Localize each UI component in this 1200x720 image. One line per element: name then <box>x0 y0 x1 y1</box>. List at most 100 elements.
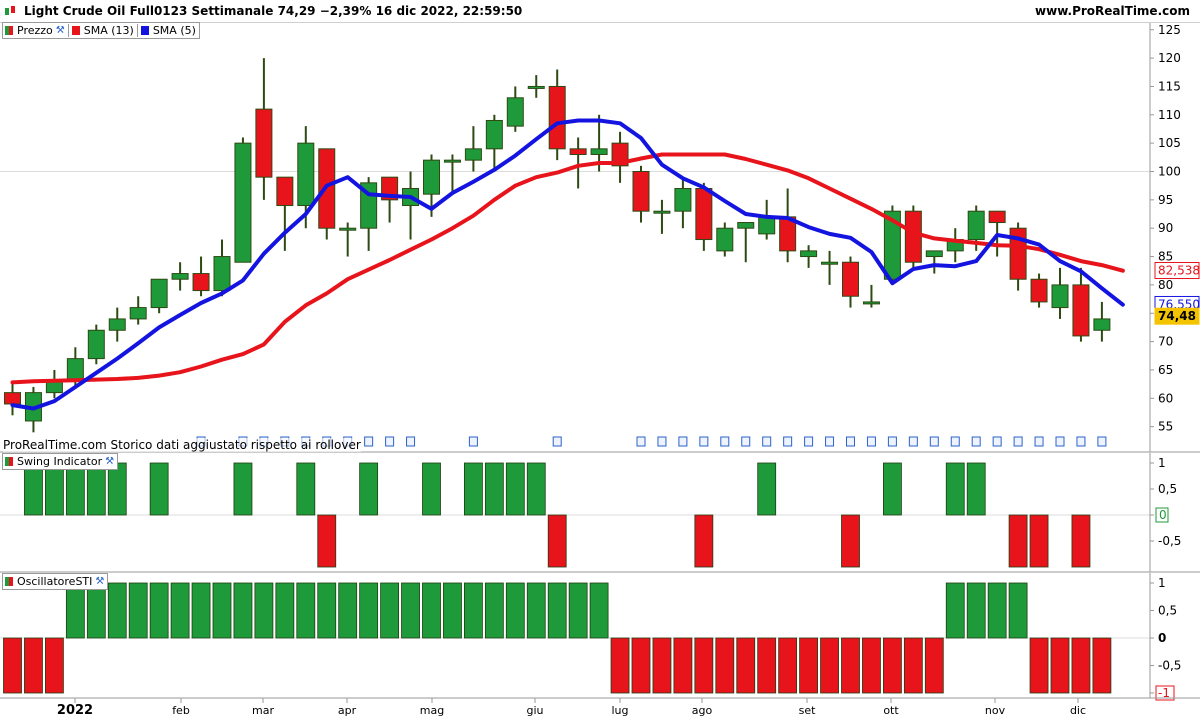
osc-bar[interactable] <box>338 582 358 639</box>
osc-bar[interactable] <box>484 582 504 639</box>
candle-up[interactable] <box>862 301 880 305</box>
candle-down[interactable] <box>192 273 210 292</box>
osc-bar[interactable] <box>883 637 902 694</box>
osc-bar[interactable] <box>149 582 169 639</box>
candle-up[interactable] <box>464 148 482 161</box>
osc-bar[interactable] <box>610 637 630 694</box>
osc-bar[interactable] <box>987 582 1007 639</box>
event-marker-icon[interactable] <box>846 436 855 447</box>
osc-bar[interactable] <box>589 582 609 639</box>
candle-down[interactable] <box>548 85 566 150</box>
swing-bar[interactable] <box>233 462 253 516</box>
event-marker-icon[interactable] <box>1034 436 1044 447</box>
event-marker-icon[interactable] <box>804 436 814 447</box>
swing-bar[interactable] <box>526 462 546 516</box>
osc-bar[interactable] <box>505 582 525 639</box>
event-marker-icon[interactable] <box>406 436 416 447</box>
candle-up[interactable] <box>925 250 943 258</box>
swing-bar[interactable] <box>317 514 337 568</box>
candle-up[interactable] <box>485 119 503 150</box>
osc-bar[interactable] <box>317 582 337 639</box>
swing-bar[interactable] <box>107 462 127 516</box>
event-marker-icon[interactable] <box>720 436 730 447</box>
candle-down[interactable] <box>4 392 21 405</box>
swing-bar[interactable] <box>883 462 902 516</box>
swing-bar[interactable] <box>149 462 169 516</box>
swing-bar[interactable] <box>841 514 860 568</box>
osc-bar[interactable] <box>191 582 211 639</box>
candle-up[interactable] <box>297 142 315 207</box>
swing-bar[interactable] <box>547 514 567 568</box>
osc-bar[interactable] <box>233 582 253 639</box>
candle-up[interactable] <box>45 380 63 394</box>
event-marker-icon[interactable] <box>762 436 772 447</box>
candle-up[interactable] <box>506 97 524 127</box>
swing-bar[interactable] <box>484 462 504 516</box>
event-marker-icon[interactable] <box>866 436 876 447</box>
event-marker-icon[interactable] <box>678 436 688 447</box>
osc-bar[interactable] <box>107 582 127 639</box>
osc-bar[interactable] <box>86 582 106 639</box>
event-marker-icon[interactable] <box>887 436 897 447</box>
swing-bar[interactable] <box>24 462 43 516</box>
swing-bar[interactable] <box>45 462 64 516</box>
osc-bar[interactable] <box>65 582 85 639</box>
osc-bar[interactable] <box>422 582 441 639</box>
osc-bar[interactable] <box>966 582 986 639</box>
swing-bar[interactable] <box>359 462 379 516</box>
candle-up[interactable] <box>737 222 755 229</box>
swing-bar[interactable] <box>296 462 316 516</box>
osc-bar[interactable] <box>1008 582 1028 639</box>
osc-bar[interactable] <box>568 582 588 639</box>
osc-bar[interactable] <box>212 582 232 639</box>
event-marker-icon[interactable] <box>929 436 939 447</box>
osc-bar[interactable] <box>3 637 22 694</box>
event-marker-icon[interactable] <box>992 436 1002 447</box>
event-marker-icon[interactable] <box>950 436 960 447</box>
osc-bar[interactable] <box>673 637 693 694</box>
candle-up[interactable] <box>590 148 608 155</box>
candle-down[interactable] <box>1072 284 1090 337</box>
osc-bar[interactable] <box>547 582 567 639</box>
osc-bar[interactable] <box>443 582 462 639</box>
osc-bar[interactable] <box>170 582 190 639</box>
candle-up[interactable] <box>967 210 985 241</box>
osc-bar[interactable] <box>757 637 777 694</box>
candle-up[interactable] <box>653 210 671 214</box>
osc-bar[interactable] <box>631 637 651 694</box>
osc-bar[interactable] <box>1092 637 1112 694</box>
osc-bar[interactable] <box>1050 637 1070 694</box>
osc-bar[interactable] <box>296 582 316 639</box>
candle-down[interactable] <box>695 188 713 241</box>
candle-up[interactable] <box>339 227 357 231</box>
candle-up[interactable] <box>821 261 839 265</box>
candle-down[interactable] <box>276 176 294 207</box>
candle-up[interactable] <box>443 159 461 163</box>
candle-down[interactable] <box>255 108 273 178</box>
chart-canvas[interactable]: 12512011511010510095908580757065605582,5… <box>0 0 1200 720</box>
event-marker-icon[interactable] <box>1097 436 1107 447</box>
candle-down[interactable] <box>1030 278 1048 303</box>
swing-bar[interactable] <box>945 462 965 516</box>
osc-bar[interactable] <box>526 582 546 639</box>
event-marker-icon[interactable] <box>552 436 562 447</box>
wrench-icon[interactable]: ⚒ <box>95 574 104 589</box>
osc-bar[interactable] <box>45 637 64 694</box>
swing-bar[interactable] <box>966 462 986 516</box>
candle-up[interactable] <box>129 307 147 320</box>
osc-bar[interactable] <box>862 637 881 694</box>
candle-up[interactable] <box>171 273 189 280</box>
osc-bar[interactable] <box>924 637 944 694</box>
osc-bar[interactable] <box>945 582 965 639</box>
event-marker-icon[interactable] <box>699 436 709 447</box>
candle-up[interactable] <box>527 85 545 89</box>
event-marker-icon[interactable] <box>364 436 374 447</box>
swing-bar[interactable] <box>86 462 106 516</box>
event-marker-icon[interactable] <box>657 436 667 447</box>
osc-bar[interactable] <box>715 637 735 694</box>
candle-up[interactable] <box>213 256 231 292</box>
candle-up[interactable] <box>150 278 168 309</box>
candle-up[interactable] <box>758 216 776 235</box>
event-marker-icon[interactable] <box>1055 436 1065 447</box>
swing-bar[interactable] <box>65 462 85 516</box>
